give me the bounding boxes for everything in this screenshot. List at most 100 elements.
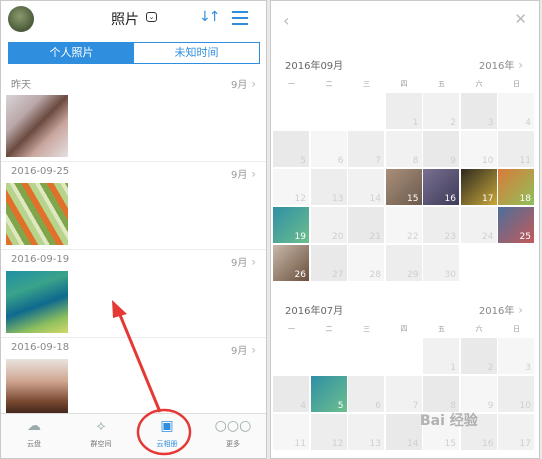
weekday-label: 五	[438, 80, 445, 88]
calendar-day-cell[interactable]: 7	[348, 131, 384, 167]
calendar-day-cell[interactable]: 15	[385, 169, 422, 205]
calendar-day-number: 16	[482, 439, 494, 449]
calendar-day-cell[interactable]: 29	[385, 245, 422, 281]
calendar-day-cell[interactable]: 17	[460, 169, 497, 205]
calendar-day-number: 24	[482, 232, 494, 242]
group-month-link[interactable]: 9月	[231, 254, 256, 269]
photo-thumbnail[interactable]	[6, 271, 68, 333]
calendar-day-number: 18	[519, 194, 531, 204]
sort-icon[interactable]: ↓↑	[199, 9, 221, 25]
calendar-day-cell[interactable]: 12	[310, 414, 347, 450]
year-link[interactable]: 2016年	[479, 57, 523, 72]
weekday-label: 日	[513, 80, 520, 88]
menu-icon[interactable]	[232, 11, 248, 29]
calendar-day-cell[interactable]: 19	[273, 207, 309, 243]
calendar-day-number: 19	[294, 232, 306, 242]
tab-group-space[interactable]: ⟡ 群空间	[76, 418, 126, 449]
calendar-day-cell[interactable]: 6	[348, 376, 384, 412]
photo-thumbnail[interactable]	[6, 183, 68, 245]
calendar-day-number: 4	[300, 401, 306, 411]
calendar-day-cell[interactable]: 28	[348, 245, 384, 281]
tab-cloud-album[interactable]: ▣ 云相册	[142, 418, 192, 449]
weekday-label: 二	[325, 80, 333, 88]
calendar-day-cell[interactable]: 9	[460, 376, 497, 412]
calendar-day-number: 14	[369, 194, 381, 204]
group-date: 昨天	[11, 80, 31, 91]
tab-personal-photos[interactable]: 个人照片	[9, 43, 134, 63]
calendar-day-cell[interactable]: 6	[310, 131, 347, 167]
calendar-day-cell[interactable]: 5	[273, 131, 309, 167]
calendar-day-cell[interactable]: 14	[385, 414, 422, 450]
calendar-day-cell[interactable]: 27	[310, 245, 347, 281]
calendar-day-number: 4	[525, 118, 531, 128]
calendar-day-cell[interactable]: 10	[460, 131, 497, 167]
page-title[interactable]: 照片	[111, 9, 139, 29]
calendar-day-cell[interactable]: 16	[423, 169, 459, 205]
calendar-day-number: 22	[407, 232, 419, 242]
calendar-day-cell[interactable]: 26	[273, 245, 309, 281]
calendar-day-cell[interactable]: 3	[460, 93, 497, 129]
back-arrow-icon[interactable]: ‹	[283, 11, 289, 30]
calendar-day-number: 11	[294, 439, 306, 449]
calendar-day-cell[interactable]: 30	[423, 245, 459, 281]
calendar-day-cell[interactable]: 8	[385, 131, 422, 167]
top-bar: 照片 ⌄ ↓↑	[1, 1, 266, 37]
calendar-day-number: 10	[482, 156, 494, 166]
photo-thumbnail[interactable]	[6, 95, 68, 157]
calendar-day-cell[interactable]: 21	[348, 207, 384, 243]
calendar-day-cell[interactable]: 5	[310, 376, 347, 412]
calendar-day-cell[interactable]: 11	[498, 131, 534, 167]
calendar-day-cell[interactable]: 1	[385, 93, 422, 129]
tab-more[interactable]: ○○○ 更多	[208, 418, 258, 449]
tab-cloud-disk[interactable]: ☁ 云盘	[9, 418, 59, 449]
calendar-day-number: 23	[444, 232, 456, 242]
calendar-day-cell[interactable]: 23	[423, 207, 459, 243]
chevron-down-icon[interactable]: ⌄	[146, 12, 157, 22]
calendar-day-number: 1	[450, 363, 456, 373]
calendar-day-number: 6	[375, 401, 381, 411]
calendar-day-cell[interactable]: 7	[385, 376, 422, 412]
weekday-label: 六	[475, 325, 483, 333]
photos-list-screen: 照片 ⌄ ↓↑ 个人照片 未知时间 昨天 9月 2016-09-25 9月 20…	[0, 0, 267, 459]
calendar-day-number: 8	[412, 156, 419, 166]
tab-label: 更多	[226, 440, 240, 448]
calendar-day-number: 3	[525, 363, 531, 373]
group-month-link[interactable]: 9月	[231, 76, 256, 91]
calendar-day-cell[interactable]: 22	[385, 207, 422, 243]
calendar-day-number: 26	[294, 270, 306, 280]
calendar-day-cell[interactable]: 14	[348, 169, 384, 205]
calendar-day-number: 9	[450, 156, 456, 166]
group-month-link[interactable]: 9月	[231, 342, 256, 357]
calendar-day-cell[interactable]: 24	[460, 207, 497, 243]
calendar-day-number: 5	[337, 401, 344, 411]
calendar-day-number: 30	[444, 270, 456, 280]
calendar-day-cell[interactable]: 13	[348, 414, 384, 450]
calendar-day-cell[interactable]: 12	[273, 169, 309, 205]
avatar[interactable]	[8, 6, 34, 32]
calendar-day-cell[interactable]: 11	[273, 414, 309, 450]
calendar-day-cell[interactable]: 10	[498, 376, 534, 412]
calendar-day-cell[interactable]: 3	[498, 338, 534, 374]
calendar-day-cell[interactable]: 20	[310, 207, 347, 243]
calendar-day-number: 10	[519, 401, 531, 411]
group-month-link[interactable]: 9月	[231, 166, 256, 181]
weekday-label: 四	[400, 80, 408, 88]
tab-unknown-time[interactable]: 未知时间	[134, 43, 259, 63]
calendar-day-cell[interactable]: 9	[423, 131, 459, 167]
year-link[interactable]: 2016年	[479, 302, 523, 317]
calendar-day-cell[interactable]: 1	[423, 338, 459, 374]
calendar-day-cell[interactable]: 4	[498, 93, 534, 129]
close-icon[interactable]: ✕	[514, 10, 527, 28]
calendar-day-cell[interactable]: 18	[498, 169, 534, 205]
calendar-day-cell[interactable]: 17	[498, 414, 534, 450]
calendar-day-cell[interactable]: 13	[310, 169, 347, 205]
calendar-day-number: 12	[332, 439, 344, 449]
calendar-day-cell[interactable]: 4	[273, 376, 309, 412]
photo-thumbnail[interactable]	[6, 359, 68, 415]
calendar-day-cell[interactable]: 25	[498, 207, 534, 243]
calendar-day-cell[interactable]: 2	[423, 93, 459, 129]
weekday-label: 三	[363, 80, 370, 88]
calendar-day-cell[interactable]: 2	[460, 338, 497, 374]
calendar-day-cell[interactable]: 8	[423, 376, 459, 412]
calendar-day-number: 16	[444, 194, 456, 204]
